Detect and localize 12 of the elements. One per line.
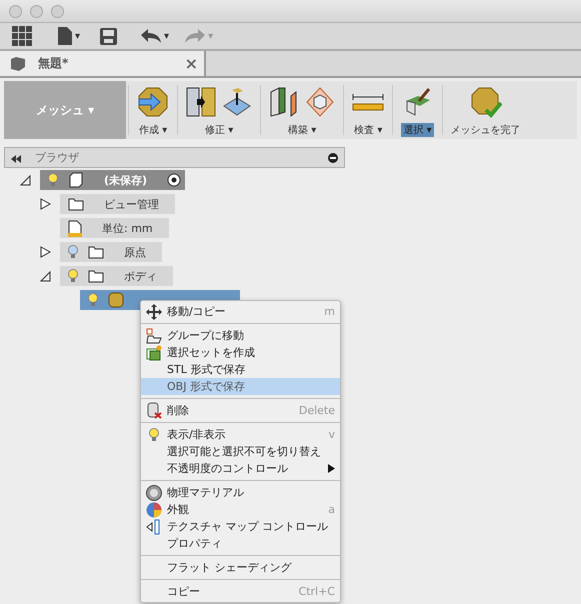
shortcut-label: a — [328, 503, 335, 516]
shortcut-label: Delete — [298, 404, 335, 417]
tree-label: ビュー管理 — [103, 196, 160, 212]
browser-title: ブラウザ — [35, 150, 80, 165]
shortcut-label: v — [328, 428, 335, 441]
tree-label: 原点 — [123, 244, 147, 260]
tree-label: ボディ — [123, 268, 158, 284]
shortcut-label: m — [324, 305, 335, 318]
tree-label: 単位: mm — [101, 220, 154, 236]
tree-label: (未保存) — [103, 172, 148, 188]
shortcut-label: Ctrl+C — [298, 585, 335, 598]
tab-title: 無題* — [38, 55, 70, 72]
